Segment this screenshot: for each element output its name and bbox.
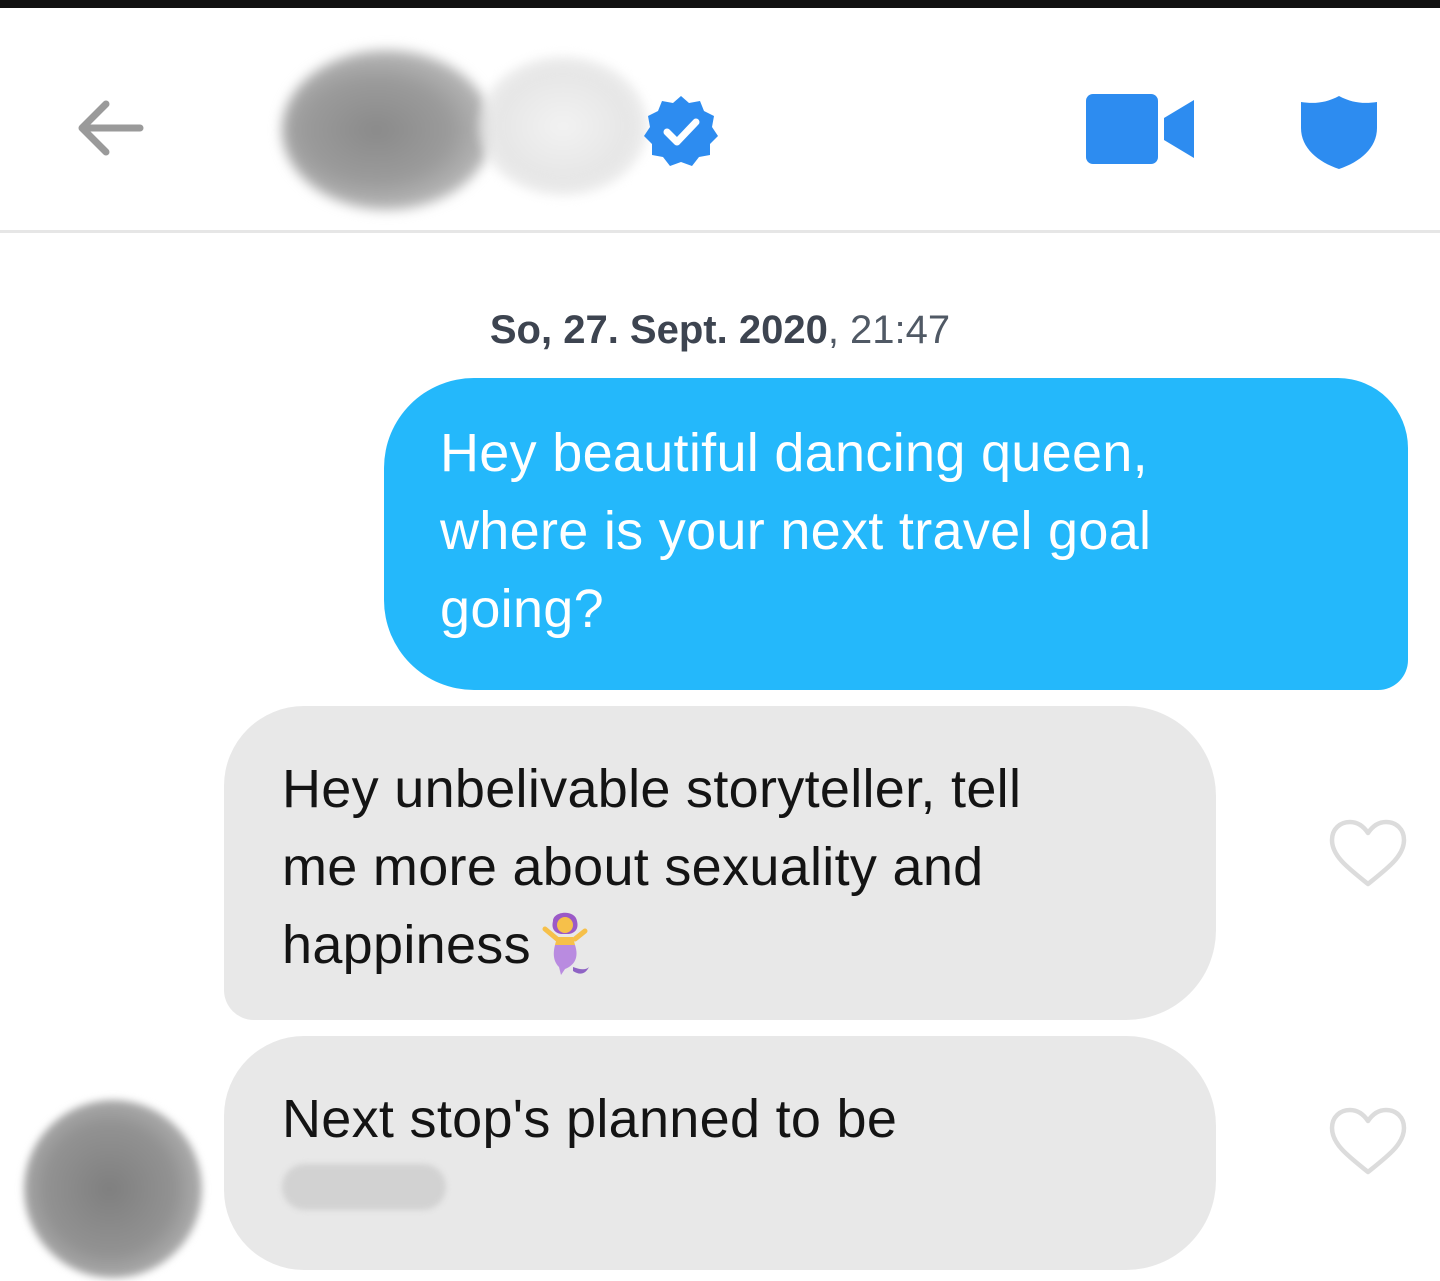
status-bar-edge	[0, 0, 1440, 8]
chat-header	[0, 8, 1440, 230]
message-line: Hey beautiful dancing queen,	[440, 423, 1148, 483]
message-timestamp: So, 27. Sept. 2020, 21:47	[0, 304, 1440, 356]
message-line: happiness	[282, 915, 531, 975]
message-line-with-emoji: happiness	[282, 906, 1176, 984]
incoming-message-bubble[interactable]: Next stop's planned to be	[224, 1036, 1216, 1270]
video-camera-icon[interactable]	[1086, 94, 1196, 164]
message-line: me more about sexuality and	[282, 837, 984, 897]
incoming-message-bubble[interactable]: Hey unbelivable storyteller, tell me mor…	[224, 706, 1216, 1020]
message-line: where is your next travel goal	[440, 501, 1152, 561]
timestamp-time: , 21:47	[827, 308, 951, 352]
timestamp-date: So, 27. Sept. 2020	[489, 308, 828, 352]
match-avatar[interactable]	[282, 50, 492, 210]
match-name-redacted	[478, 56, 648, 196]
header-divider	[0, 230, 1440, 233]
shield-icon[interactable]	[1300, 94, 1378, 170]
arrow-left-icon[interactable]	[70, 88, 150, 168]
mermaid-emoji	[542, 912, 589, 975]
message-line: going?	[440, 579, 604, 639]
message-line: Hey unbelivable storyteller, tell	[282, 759, 1022, 819]
sender-avatar[interactable]	[24, 1100, 202, 1278]
message-line: Next stop's planned to be	[282, 1089, 898, 1149]
heart-outline-icon[interactable]	[1328, 818, 1408, 890]
outgoing-message-bubble[interactable]: Hey beautiful dancing queen, where is yo…	[384, 378, 1408, 690]
redacted-text	[282, 1164, 446, 1210]
heart-outline-icon[interactable]	[1328, 1106, 1408, 1178]
verified-check-badge-icon	[644, 96, 718, 166]
